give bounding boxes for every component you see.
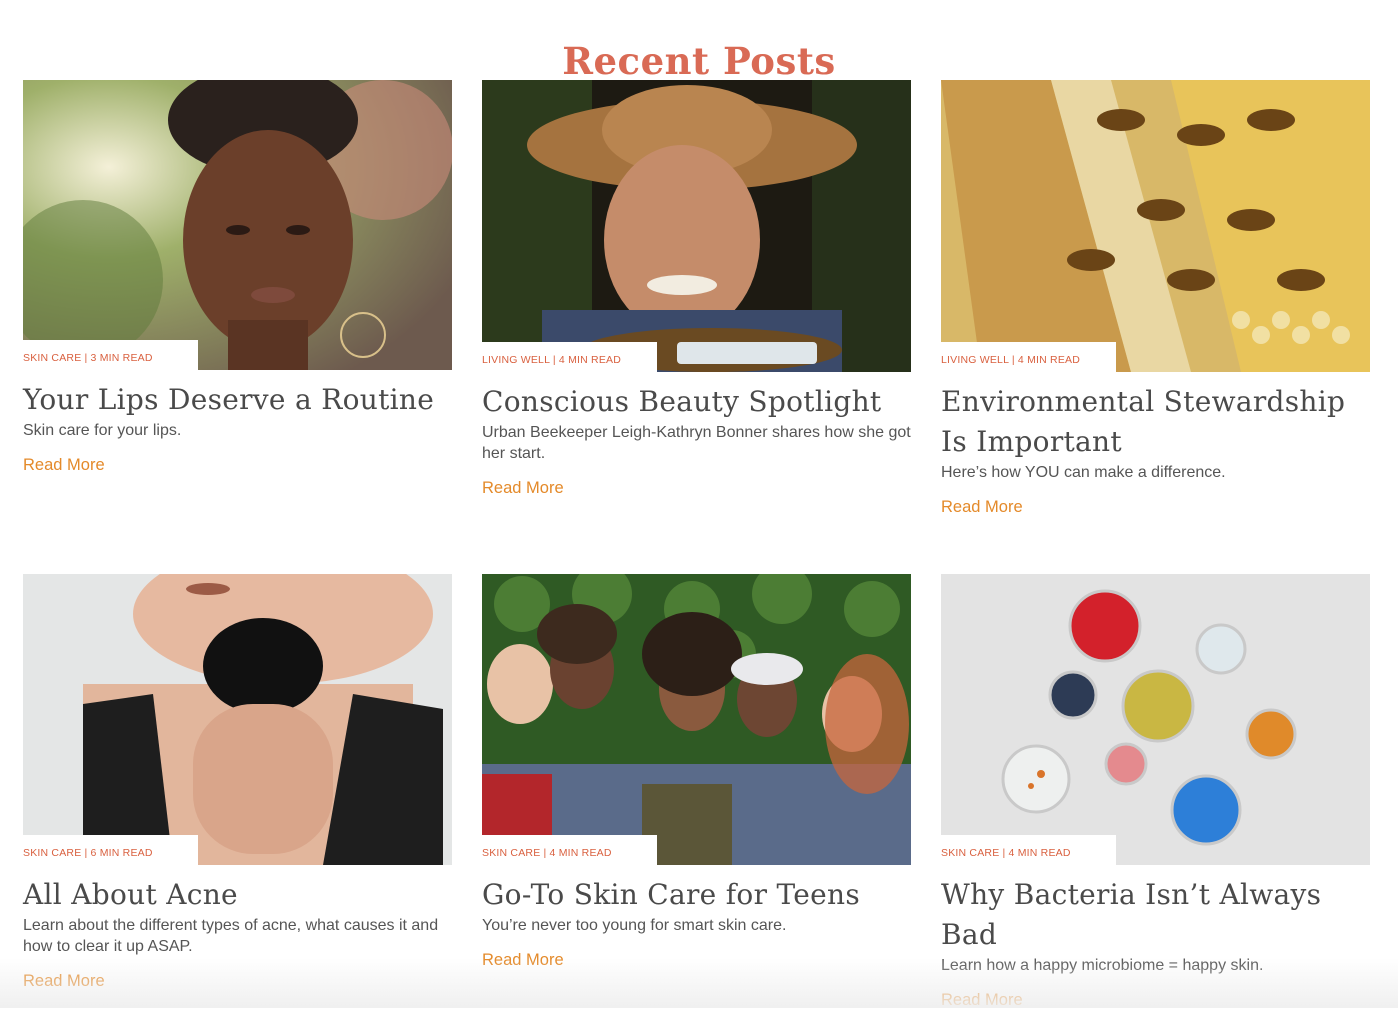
post-meta: Skin Care | 3 Min Read [23,352,153,364]
post-card: Skin Care | 6 Min Read All About Acne Le… [23,574,452,991]
post-title[interactable]: Why Bacteria Isn’t Always Bad [941,875,1370,955]
post-excerpt: Learn how a happy microbiome = happy ski… [941,957,1264,974]
post-image[interactable]: Skin Care | 4 Min Read [941,574,1370,865]
meta-tab: Living Well | 4 Min Read [482,342,657,372]
post-meta: Living Well | 4 Min Read [482,354,622,366]
petri-dishes-image [941,574,1370,865]
read-more-link[interactable]: Read More [482,479,564,498]
meta-tab: Skin Care | 3 Min Read [23,340,198,370]
read-more-link[interactable]: Read More [482,951,564,970]
read-more-link[interactable]: Read More [941,991,1023,1010]
post-excerpt: Urban Beekeeper Leigh-Kathryn Bonner sha… [482,424,911,462]
post-excerpt: Learn about the different types of acne,… [23,917,439,955]
post-card: Skin Care | 4 Min Read Why Bacteria Isn’… [941,574,1370,1010]
post-image[interactable]: Skin Care | 3 Min Read [23,80,452,370]
post-excerpt: You’re never too young for smart skin ca… [482,917,787,934]
post-image[interactable]: Skin Care | 4 Min Read [482,574,911,865]
meta-tab: Skin Care | 4 Min Read [482,835,657,865]
meta-tab: Living Well | 4 Min Read [941,342,1116,372]
post-meta: Skin Care | 4 Min Read [941,847,1071,859]
post-image[interactable]: Living Well | 4 Min Read [482,80,911,372]
post-title[interactable]: Go-To Skin Care for Teens [482,875,911,915]
compact-mirror-image [23,574,452,865]
post-title[interactable]: Conscious Beauty Spotlight [482,382,911,422]
post-title[interactable]: All About Acne [23,875,452,915]
honeycomb-image [941,80,1370,372]
post-card: Living Well | 4 Min Read Environmental S… [941,80,1370,517]
woman-portrait-image [23,80,452,370]
post-card: Skin Care | 4 Min Read Go-To Skin Care f… [482,574,911,970]
post-meta: Living Well | 4 Min Read [941,354,1081,366]
post-image[interactable]: Living Well | 4 Min Read [941,80,1370,372]
teens-group-image [482,574,911,865]
beekeeper-image [482,80,911,372]
read-more-link[interactable]: Read More [23,456,105,475]
meta-tab: Skin Care | 6 Min Read [23,835,198,865]
read-more-link[interactable]: Read More [941,498,1023,517]
section-title: Recent Posts [562,38,836,83]
post-excerpt: Skin care for your lips. [23,422,182,439]
read-more-link[interactable]: Read More [23,972,105,991]
post-excerpt: Here’s how YOU can make a difference. [941,464,1226,481]
post-card: Living Well | 4 Min Read Conscious Beaut… [482,80,911,498]
post-card: Skin Care | 3 Min Read Your Lips Deserve… [23,80,452,475]
meta-tab: Skin Care | 4 Min Read [941,835,1116,865]
post-meta: Skin Care | 4 Min Read [482,847,612,859]
post-title[interactable]: Your Lips Deserve a Routine [23,380,452,420]
post-image[interactable]: Skin Care | 6 Min Read [23,574,452,865]
post-meta: Skin Care | 6 Min Read [23,847,153,859]
post-title[interactable]: Environmental Stewardship Is Important [941,382,1370,462]
